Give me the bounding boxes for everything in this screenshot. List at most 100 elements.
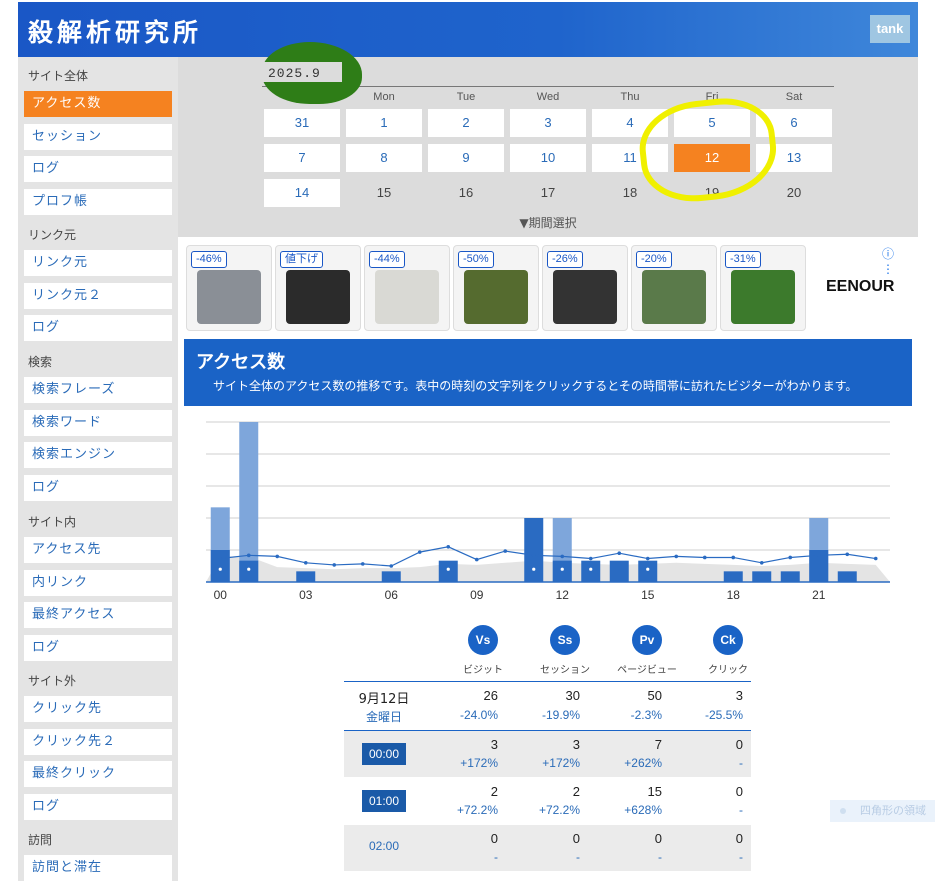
period-select-toggle[interactable]: ▼期間選択 xyxy=(178,214,918,231)
discount-badge: 値下げ xyxy=(280,251,323,268)
sidebar-item[interactable]: クリック先 xyxy=(24,696,172,722)
sidebar-item[interactable]: 検索エンジン xyxy=(24,442,172,468)
click-marker xyxy=(247,567,251,571)
user-button[interactable]: tank xyxy=(870,15,910,43)
x-tick-label: 00 xyxy=(214,588,228,602)
calendar-day[interactable]: 2 xyxy=(428,109,504,137)
metric-label: ビジット xyxy=(463,665,503,676)
ad-product[interactable]: -31% xyxy=(720,245,806,331)
hour-link[interactable]: 01:00 xyxy=(362,790,406,812)
hour-change: +262% xyxy=(624,756,662,770)
metric-label: セッション xyxy=(540,665,590,676)
summary-value: 26 xyxy=(483,688,498,703)
calendar-day[interactable]: 31 xyxy=(264,109,340,137)
discount-badge: -20% xyxy=(636,251,672,268)
x-tick-label: 18 xyxy=(727,588,741,602)
product-image xyxy=(642,270,706,324)
sidebar-item[interactable]: 内リンク xyxy=(24,569,172,596)
discount-badge: -50% xyxy=(458,251,494,268)
sidebar-item[interactable]: 最終アクセス xyxy=(24,602,172,628)
visit-bar xyxy=(296,571,316,582)
calendar-day: 16 xyxy=(458,185,474,200)
x-tick-label: 12 xyxy=(556,588,570,602)
x-tick-label: 09 xyxy=(470,588,484,602)
metric-ss-icon: Ss xyxy=(550,625,580,655)
trend-point xyxy=(788,555,793,560)
sidebar-item[interactable]: ログ xyxy=(24,474,172,501)
product-image xyxy=(553,270,617,324)
calendar-day[interactable]: 1 xyxy=(346,109,422,137)
brand-prefix: 殺 xyxy=(28,18,58,47)
hour-link[interactable]: 02:00 xyxy=(362,839,406,853)
sidebar-item[interactable]: セッション xyxy=(24,123,172,150)
hour-value: 0 xyxy=(490,831,498,846)
visit-bar xyxy=(752,571,772,582)
calendar-day[interactable]: 3 xyxy=(510,109,586,137)
hour-change: - xyxy=(494,850,498,864)
brand-logo[interactable]: 殺解析研究所 xyxy=(28,13,202,49)
trend-point xyxy=(702,555,707,560)
summary-value: 3 xyxy=(735,688,743,703)
trend-point xyxy=(389,564,394,568)
visit-bar xyxy=(381,571,401,582)
sidebar-item[interactable]: クリック先２ xyxy=(24,728,172,755)
visit-bar xyxy=(780,571,800,582)
page-description: サイト全体のアクセス数の推移です。表中の時刻の文字列をクリックするとその時間帯に… xyxy=(213,379,858,393)
sidebar: サイト全体 アクセス数 セッション ログ プロフ帳 リンク元 リンク元 リンク元２ ログ 検索 検索… xyxy=(18,57,178,881)
ad-product[interactable]: -20% xyxy=(631,245,717,331)
trend-point xyxy=(417,550,422,554)
calendar-day[interactable]: 9 xyxy=(428,144,504,172)
calendar-day: 17 xyxy=(540,185,556,200)
ad-brand-logo[interactable]: EENOUR xyxy=(826,278,894,296)
sidebar-item[interactable]: プロフ帳 xyxy=(24,188,172,215)
ad-product[interactable]: -26% xyxy=(542,245,628,331)
visit-bar xyxy=(638,560,658,582)
ad-product[interactable]: -44% xyxy=(364,245,450,331)
hour-change: - xyxy=(739,850,743,864)
sidebar-item[interactable]: ログ xyxy=(24,634,172,661)
product-image xyxy=(375,270,439,324)
sidebar-item[interactable]: 訪問と滞在 xyxy=(24,855,172,881)
sidebar-item[interactable]: 検索フレーズ xyxy=(24,377,172,403)
sidebar-item[interactable]: ログ xyxy=(24,156,172,182)
hour-value: 3 xyxy=(490,737,498,752)
sidebar-item[interactable]: アクセス先 xyxy=(24,537,172,563)
hour-link[interactable]: 00:00 xyxy=(362,743,406,765)
ad-info-icon[interactable]: ⓘ ⋮ xyxy=(882,245,908,276)
sidebar-item[interactable]: リンク元２ xyxy=(24,282,172,309)
click-marker xyxy=(532,567,536,571)
hour-change: +172% xyxy=(460,756,498,770)
hour-value: 7 xyxy=(654,737,662,752)
sidebar-item[interactable]: ログ xyxy=(24,793,172,820)
trend-point xyxy=(246,553,251,558)
ad-product[interactable]: -50% xyxy=(453,245,539,331)
metric-label: クリック xyxy=(708,665,748,676)
product-image xyxy=(286,270,350,324)
calendar-day[interactable]: 14 xyxy=(264,179,340,207)
trend-point xyxy=(560,554,565,559)
sidebar-section-label: サイト全体 xyxy=(28,69,89,83)
sidebar-item[interactable]: 検索ワード xyxy=(24,409,172,436)
tooltip: 四角形の領域 xyxy=(830,800,935,822)
click-marker xyxy=(560,567,564,571)
ad-product[interactable]: -46% xyxy=(186,245,272,331)
hour-value: 2 xyxy=(572,784,580,799)
calendar-day[interactable]: 10 xyxy=(510,144,586,172)
x-tick-label: 21 xyxy=(812,588,826,602)
sidebar-item[interactable]: リンク元 xyxy=(24,250,172,276)
sidebar-item[interactable]: ログ xyxy=(24,315,172,341)
hour-value: 0 xyxy=(735,831,743,846)
calendar-day[interactable]: 7 xyxy=(264,144,340,172)
ad-product[interactable]: 値下げ xyxy=(275,245,361,331)
trend-point xyxy=(617,551,622,555)
summary-weekday[interactable]: 金曜日 xyxy=(344,708,424,725)
calendar-day[interactable]: 8 xyxy=(346,144,422,172)
hour-change: +628% xyxy=(624,803,662,817)
pageview-bar xyxy=(239,422,259,582)
visit-bar xyxy=(210,550,230,582)
discount-badge: -26% xyxy=(547,251,583,268)
sidebar-item[interactable]: 最終クリック xyxy=(24,761,172,787)
trend-point xyxy=(474,557,479,562)
sidebar-item[interactable]: アクセス数 xyxy=(24,91,172,117)
click-marker xyxy=(646,567,650,571)
